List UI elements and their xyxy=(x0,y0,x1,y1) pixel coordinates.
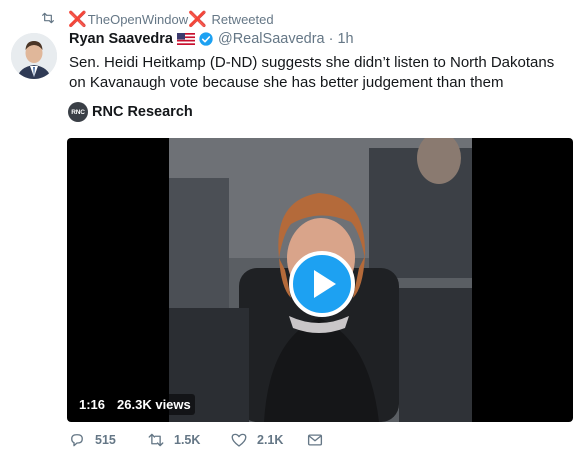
x-mark-icon: ❌ xyxy=(68,11,87,28)
author-handle[interactable]: @RealSaavedra xyxy=(218,31,325,47)
timestamp[interactable]: 1h xyxy=(337,31,353,47)
retweet-button[interactable]: 1.5K xyxy=(147,431,200,449)
play-icon xyxy=(314,270,336,298)
heart-icon xyxy=(231,433,247,447)
us-flag-icon xyxy=(176,33,195,45)
reply-button[interactable]: 515 xyxy=(68,431,116,449)
video-views: 26.3K views xyxy=(113,394,195,415)
avatar-portrait xyxy=(11,33,57,79)
verified-badge-icon xyxy=(199,32,213,46)
avatar[interactable] xyxy=(11,33,57,79)
direct-message-button[interactable] xyxy=(306,431,324,449)
video-meta: 1:16 26.3K views xyxy=(75,394,199,415)
like-count: 2.1K xyxy=(257,433,284,447)
separator: · xyxy=(328,31,334,47)
reply-icon xyxy=(71,434,83,447)
tweet-actions: 515 1.5K 2.1K xyxy=(68,431,368,457)
retweet-icon xyxy=(42,12,54,24)
like-button[interactable]: 2.1K xyxy=(230,431,283,449)
tweet-text: Sen. Heidi Heitkamp (D-ND) suggests she … xyxy=(69,54,555,91)
x-mark-icon: ❌ xyxy=(188,11,207,28)
video-duration: 1:16 xyxy=(75,394,110,415)
retweet-icon xyxy=(148,433,164,447)
rnc-logo-icon: RNC xyxy=(68,102,88,122)
reply-count: 515 xyxy=(95,433,116,447)
source-name[interactable]: RNC Research xyxy=(92,104,193,120)
envelope-icon xyxy=(307,434,323,446)
retweeted-label: Retweeted xyxy=(211,12,274,27)
media-source[interactable]: RNC RNC Research xyxy=(68,102,193,122)
video-player[interactable]: 1:16 26.3K views xyxy=(67,138,573,422)
retweet-count: 1.5K xyxy=(174,433,201,447)
play-button[interactable] xyxy=(289,251,355,317)
retweeter-name[interactable]: TheOpenWindow xyxy=(88,12,188,27)
retweet-text[interactable]: ❌TheOpenWindow❌ Retweeted xyxy=(68,10,274,28)
display-name[interactable]: Ryan Saavedra xyxy=(69,31,173,47)
tweet-header: Ryan Saavedra @RealSaavedra · 1h xyxy=(69,31,354,47)
